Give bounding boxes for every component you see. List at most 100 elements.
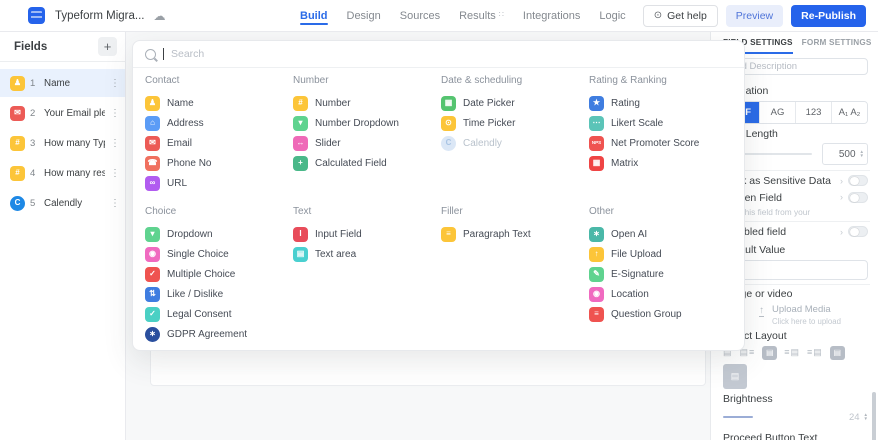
dropdown-icon: ▾ <box>145 226 160 242</box>
checkbox-icon: ✓ <box>145 266 160 282</box>
picker-category-choice: Choice ▾ Dropdown ◉ Single Choice ✓ Multiple C… <box>145 206 293 344</box>
field-picker-dropdown: Contact ♟ Name ⌂ Address ✉ Email ☎ Phone No ∞ URL N… <box>132 40 745 351</box>
field-row-how-many-respons[interactable]: #4 How many respons... ⋮ <box>0 159 125 187</box>
number-dropdown-icon: ▾ <box>293 115 308 131</box>
picker-item-calculated-field[interactable]: + Calculated Field <box>293 153 441 173</box>
stepper-icon[interactable]: ▲ ▼ <box>864 412 868 422</box>
search-input[interactable] <box>171 48 732 60</box>
add-field-button[interactable]: + <box>98 37 117 56</box>
nav-tab-logic[interactable]: Logic <box>599 0 625 32</box>
kebab-menu-icon[interactable]: ⋮ <box>110 78 120 89</box>
field-number: 2 <box>30 107 36 119</box>
settings-tab-form-settings[interactable]: FORM SETTINGS <box>802 38 872 54</box>
layout-preview[interactable]: ▤ <box>723 364 747 389</box>
picker-item-label: Number <box>315 97 351 109</box>
file-upload-icon: ↑ <box>589 246 604 262</box>
stepper-icon[interactable]: ▲ ▼ <box>860 149 864 159</box>
app-logo-icon <box>28 7 45 24</box>
picker-item-paragraph-text[interactable]: ≡ Paragraph Text <box>441 224 589 244</box>
picker-item-slider[interactable]: ↔ Slider <box>293 133 441 153</box>
likert-icon: ⋯ <box>589 115 604 131</box>
hidden-field-toggle[interactable] <box>848 192 868 203</box>
picker-item-location[interactable]: ◉ Location <box>589 284 737 304</box>
validation-option-a-a[interactable]: A₁ A₂ <box>831 102 867 123</box>
email-icon: ✉ <box>10 105 25 121</box>
nav-tab-design[interactable]: Design <box>347 0 381 32</box>
max-length-input[interactable]: 500 ▲ ▼ <box>822 143 868 165</box>
field-label: Your Email please, ... <box>44 107 105 119</box>
brightness-value: 24 <box>848 411 860 423</box>
layout-image-top-icon[interactable]: ▤ <box>762 345 778 360</box>
kebab-menu-icon[interactable]: ⋮ <box>110 168 120 179</box>
picker-item-e-signature[interactable]: ✎ E-Signature <box>589 264 737 284</box>
picker-item-label: Number Dropdown <box>315 117 399 129</box>
picker-item-gdpr-agreement[interactable]: ∗ GDPR Agreement <box>145 324 293 344</box>
picker-category-contact: Contact ♟ Name ⌂ Address ✉ Email ☎ Phone No ∞ URL <box>145 75 293 193</box>
field-row-calendly[interactable]: C 5 Calendly ⋮ <box>0 189 125 217</box>
picker-item-address[interactable]: ⌂ Address <box>145 113 293 133</box>
picker-item-label: Like / Dislike <box>167 288 224 300</box>
picker-item-dropdown[interactable]: ▾ Dropdown <box>145 224 293 244</box>
picker-category-number: Number # Number ▾ Number Dropdown ↔ Slider + Cal… <box>293 75 441 193</box>
category-title: Contact <box>145 75 180 86</box>
nav-tab-integrations[interactable]: Integrations <box>523 0 580 32</box>
picker-item-number[interactable]: # Number <box>293 93 441 113</box>
kebab-menu-icon[interactable]: ⋮ <box>110 198 120 209</box>
picker-item-text-area[interactable]: ▤ Text area <box>293 244 441 264</box>
kebab-menu-icon[interactable]: ⋮ <box>110 138 120 149</box>
validation-option-123[interactable]: 123 <box>795 102 831 123</box>
layout-text-left-icon[interactable]: ≡▤ <box>784 347 800 358</box>
sensitive-data-toggle[interactable] <box>848 175 868 186</box>
picker-item-matrix[interactable]: ▦ Matrix <box>589 153 737 173</box>
validation-option-ag[interactable]: AG <box>759 102 795 123</box>
number-icon: # <box>10 135 25 151</box>
picker-item-single-choice[interactable]: ◉ Single Choice <box>145 244 293 264</box>
picker-item-net-promoter-score[interactable]: NPS Net Promoter Score <box>589 133 737 153</box>
picker-item-email[interactable]: ✉ Email <box>145 133 293 153</box>
preview-button[interactable]: Preview <box>725 4 784 27</box>
picker-item-number-dropdown[interactable]: ▾ Number Dropdown <box>293 113 441 133</box>
person-icon: ♟ <box>145 95 160 111</box>
picker-category-text: Text I Input Field ▤ Text area <box>293 206 441 344</box>
brightness-slider[interactable] <box>723 416 753 418</box>
field-label: How many respons... <box>44 167 105 179</box>
picker-item-question-group[interactable]: ≡ Question Group <box>589 304 737 324</box>
picker-item-multiple-choice[interactable]: ✓ Multiple Choice <box>145 264 293 284</box>
layout-text-right-icon[interactable]: ≡▤ <box>807 347 823 358</box>
picker-item-label: Question Group <box>611 308 682 320</box>
picker-item-label: Legal Consent <box>167 308 232 320</box>
nav-tab-build[interactable]: Build <box>300 0 328 32</box>
picker-item-time-picker[interactable]: ⊙ Time Picker <box>441 113 589 133</box>
field-row-how-many-typefor[interactable]: #3 How many Typefor... ⋮ <box>0 129 125 157</box>
picker-item-name[interactable]: ♟ Name <box>145 93 293 113</box>
picker-item-label: Date Picker <box>463 97 515 109</box>
disabled-field-toggle[interactable] <box>848 226 868 237</box>
layout-image-right-icon[interactable]: ▤ <box>829 345 845 360</box>
nav-tab-results[interactable]: Results ∷ <box>459 0 504 32</box>
picker-item-rating[interactable]: ★ Rating <box>589 93 737 113</box>
republish-button[interactable]: Re-Publish <box>791 4 866 27</box>
picker-item-url[interactable]: ∞ URL <box>145 173 293 193</box>
picker-item-like-dislike[interactable]: ⇅ Like / Dislike <box>145 284 293 304</box>
picker-item-date-picker[interactable]: ▦ Date Picker <box>441 93 589 113</box>
kebab-menu-icon[interactable]: ⋮ <box>110 108 120 119</box>
picker-item-label: Calendly <box>463 137 502 149</box>
field-row-your-email-please[interactable]: ✉ 2 Your Email please, ... ⋮ <box>0 99 125 127</box>
picker-item-label: GDPR Agreement <box>167 328 248 340</box>
search-icon <box>145 48 156 60</box>
field-label: How many Typefor... <box>44 137 105 149</box>
picker-category-rating-ranking: Rating & Ranking ★ Rating ⋯ Likert Scale NPS N… <box>589 75 737 193</box>
scrollbar-thumb[interactable] <box>872 392 876 440</box>
picker-item-file-upload[interactable]: ↑ File Upload <box>589 244 737 264</box>
picker-item-phone-no[interactable]: ☎ Phone No <box>145 153 293 173</box>
nav-tab-sources[interactable]: Sources <box>400 0 440 32</box>
field-row-name[interactable]: ♟ 1 Name ⋮ <box>0 69 125 97</box>
picker-item-legal-consent[interactable]: ✓ Legal Consent <box>145 304 293 324</box>
category-title: Filler <box>441 206 463 217</box>
picker-item-likert-scale[interactable]: ⋯ Likert Scale <box>589 113 737 133</box>
picker-item-label: Likert Scale <box>611 117 664 129</box>
get-help-button[interactable]: ⊙ Get help <box>642 4 718 27</box>
picker-item-input-field[interactable]: I Input Field <box>293 224 441 244</box>
form-title[interactable]: Typeform Migra... <box>55 10 144 22</box>
picker-item-open-ai[interactable]: ∗ Open AI <box>589 224 737 244</box>
